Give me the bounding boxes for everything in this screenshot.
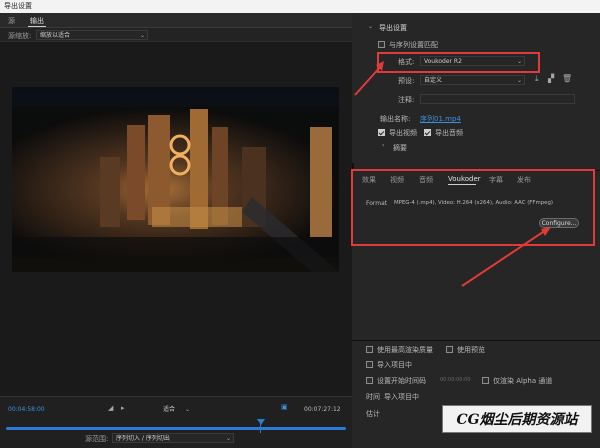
match-sequence-checkbox[interactable] xyxy=(378,41,385,48)
source-range-label: 源范围: xyxy=(85,435,109,443)
max-render-quality-label: 使用最高渲染质量 xyxy=(377,346,433,354)
comments-input[interactable] xyxy=(420,94,575,104)
source-range-value: 序列切入 / 序列切出 xyxy=(116,435,170,442)
voukoder-highlight-box xyxy=(351,169,595,246)
time-interpolation-label: 时间 xyxy=(366,393,380,401)
watermark-logo: CG烟尘后期资源站 xyxy=(442,405,592,433)
import-project-label: 导入项目中 xyxy=(377,361,412,369)
playhead-line xyxy=(260,424,261,433)
start-timecode-label: 设置开始时间码 xyxy=(377,377,426,385)
current-time[interactable]: 00:04:58:00 xyxy=(8,406,45,413)
mark-in-icon[interactable]: ◢ xyxy=(108,404,113,412)
comments-label: 注释: xyxy=(398,96,415,104)
chevron-down-icon: ⌄ xyxy=(516,77,522,84)
render-alpha-checkbox[interactable] xyxy=(482,377,489,384)
zoom-select[interactable]: 适合 ⌄ xyxy=(160,405,192,415)
source-scale-value: 缩放以适合 xyxy=(40,32,71,39)
chevron-down-icon: ⌄ xyxy=(225,435,231,442)
source-scale-label: 源缩放: xyxy=(8,32,32,40)
use-previews-checkbox[interactable] xyxy=(446,346,453,353)
expand-chevron-icon[interactable]: › xyxy=(382,142,384,149)
format-highlight-box xyxy=(377,52,540,73)
source-scale-select[interactable]: 缩放以适合 ⌄ xyxy=(36,30,148,40)
city-night-image xyxy=(12,87,339,272)
export-settings-heading: 导出设置 xyxy=(379,24,407,32)
export-video-checkbox[interactable] xyxy=(378,129,385,136)
chevron-down-icon: ⌄ xyxy=(139,32,145,39)
export-settings-section: ⌄ 导出设置 与序列设置匹配 格式: Voukoder R2 ⌄ 预设: 自定义… xyxy=(352,13,600,163)
active-tab-indicator xyxy=(28,26,46,27)
tab-source[interactable]: 源 xyxy=(8,16,15,26)
output-name-label: 输出名称: xyxy=(380,115,411,123)
export-audio-label: 导出音频 xyxy=(435,129,463,137)
render-alpha-label: 仅渲染 Alpha 通道 xyxy=(493,377,553,385)
video-preview xyxy=(12,87,339,272)
summary-label[interactable]: 摘要 xyxy=(393,143,407,153)
collapse-chevron-icon[interactable]: ⌄ xyxy=(368,23,373,30)
preset-label: 预设: xyxy=(398,77,415,85)
export-settings-window: 导出设置 源 输出 源缩放: 缩放以适合 ⌄ 00:04:58:00 ◢ ▸ 适… xyxy=(0,0,600,448)
match-sequence-label: 与序列设置匹配 xyxy=(389,41,438,49)
start-timecode-checkbox[interactable] xyxy=(366,377,373,384)
import-preset-icon[interactable]: ▞ xyxy=(548,74,554,83)
timeline-bar: 00:04:58:00 ◢ ▸ 适合 ⌄ ▣ 00:07:27:12 源范围: … xyxy=(0,396,352,448)
import-project-checkbox[interactable] xyxy=(366,361,373,368)
source-scale-bar: 源缩放: 缩放以适合 ⌄ xyxy=(0,28,352,42)
mark-out-icon[interactable]: ▸ xyxy=(121,404,125,412)
export-audio-checkbox[interactable] xyxy=(424,129,431,136)
estimate-label: 估计 xyxy=(366,410,380,418)
source-output-tabs: 源 输出 xyxy=(0,13,352,28)
time-interpolation-value[interactable]: 导入项目中 xyxy=(384,392,419,402)
use-previews-label: 使用预览 xyxy=(457,346,485,354)
start-timecode-value[interactable]: 00:00:00:00 xyxy=(440,377,471,383)
preset-value: 自定义 xyxy=(424,77,443,84)
output-name-link[interactable]: 序列01.mp4 xyxy=(420,114,461,124)
save-preset-icon[interactable]: ⤓ xyxy=(535,74,539,84)
end-time: 00:07:27:12 xyxy=(304,406,341,413)
source-range-select[interactable]: 序列切入 / 序列切出 ⌄ xyxy=(112,433,234,443)
window-title: 导出设置 xyxy=(0,0,600,13)
tab-output[interactable]: 输出 xyxy=(30,16,44,26)
preset-select[interactable]: 自定义 ⌄ xyxy=(420,75,525,85)
timeline-track[interactable] xyxy=(6,427,346,430)
zoom-select-value: 适合 xyxy=(163,406,176,413)
playhead-icon[interactable] xyxy=(257,419,265,425)
export-video-label: 导出视频 xyxy=(389,129,417,137)
chevron-down-icon: ⌄ xyxy=(184,406,190,413)
max-render-quality-checkbox[interactable] xyxy=(366,346,373,353)
delete-preset-icon[interactable]: 🗑 xyxy=(562,74,572,83)
aspect-ratio-icon[interactable]: ▣ xyxy=(281,403,288,411)
